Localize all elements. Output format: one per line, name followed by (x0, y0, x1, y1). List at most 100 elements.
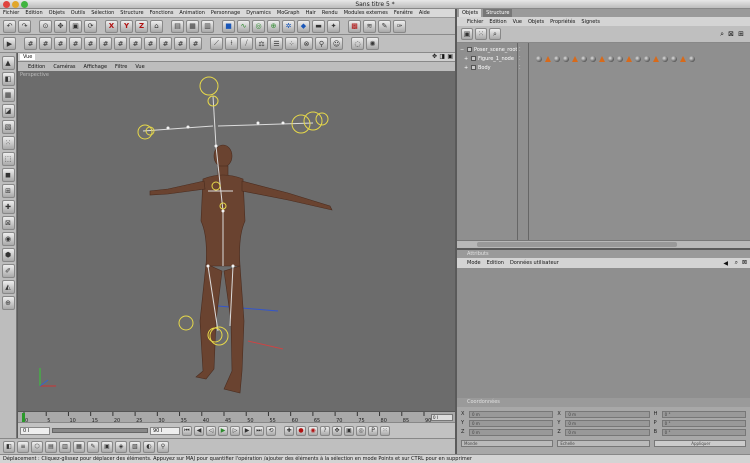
texture-axis-icon[interactable]: ◪ (1, 104, 15, 118)
menu-item[interactable]: Dynamics (246, 10, 271, 16)
objects-menu-item[interactable]: Objets (528, 19, 544, 25)
material-tag-icon[interactable] (689, 56, 695, 62)
pen-icon[interactable]: ✑ (393, 19, 406, 33)
objects-panel-tab[interactable]: Objets (459, 9, 482, 17)
grid-icon-3[interactable]: # (54, 37, 67, 50)
coordinate-system-icon[interactable]: ⌂ (150, 19, 163, 33)
panel-expand-icon[interactable]: ⊞ (738, 30, 744, 38)
render-queue-icon[interactable]: ▧ (129, 440, 141, 453)
grid-icon-5[interactable]: # (84, 37, 97, 50)
objects-menu-item[interactable]: Fichier (467, 19, 483, 25)
move-tool-icon[interactable]: ✥ (54, 19, 67, 33)
cluster-icon[interactable]: ⁘ (285, 37, 298, 50)
next-frame-icon[interactable]: ▷ (230, 425, 240, 436)
grid-icon-12[interactable]: # (189, 37, 202, 50)
position-key-icon[interactable]: ✥ (332, 425, 342, 436)
sun-icon[interactable]: ✺ (366, 37, 379, 50)
phong-tag-icon[interactable] (599, 56, 605, 62)
joint-tool-icon[interactable]: ⟋ (210, 37, 223, 50)
menu-item[interactable]: Aide (419, 10, 430, 16)
position-field[interactable]: 0 m (469, 429, 554, 436)
cube-object-icon[interactable]: ■ (222, 19, 235, 33)
object-tree-row[interactable]: − Poser_scene_root ⁚ (457, 45, 750, 54)
workplane-icon[interactable]: ▧ (1, 120, 15, 134)
polygons-mode-icon[interactable]: ◼ (1, 168, 15, 182)
bodypaint-icon[interactable]: ◭ (1, 280, 15, 294)
spline-icon[interactable]: ∿ (237, 19, 250, 33)
loop-icon[interactable]: ⟲ (266, 425, 276, 436)
tweak-mode-icon[interactable]: ✚ (1, 200, 15, 214)
viewport-menu-item[interactable]: Vue (135, 64, 144, 70)
live-selection-icon[interactable]: ⊙ (39, 19, 52, 33)
param-key-icon[interactable]: P (368, 425, 378, 436)
key-selection-icon[interactable]: ✚ (284, 425, 294, 436)
material-tag-icon[interactable] (617, 56, 623, 62)
use-texture-mode-icon[interactable]: ▦ (1, 88, 15, 102)
position-field[interactable]: 0 m (469, 420, 554, 427)
grid-icon-8[interactable]: # (129, 37, 142, 50)
rotation-field[interactable]: 0 ° (661, 411, 746, 418)
menu-item[interactable]: Edition (25, 10, 42, 16)
script-icon[interactable]: ✎ (87, 440, 99, 453)
menu-item[interactable]: Structure (120, 10, 143, 16)
sketch-icon[interactable]: ✎ (378, 19, 391, 33)
material-tag-icon[interactable] (608, 56, 614, 62)
viewport-move-icon[interactable]: ✥ (432, 53, 437, 60)
position-field[interactable]: 0 m (469, 411, 554, 418)
objects-panel-tab[interactable]: Structure (483, 9, 513, 17)
apply-button[interactable]: Appliquer (653, 440, 746, 447)
objects-menu-item[interactable]: Signets (581, 19, 600, 25)
grid-icon-4[interactable]: # (69, 37, 82, 50)
hair-icon[interactable]: ≋ (363, 19, 376, 33)
grid-icon-9[interactable]: # (144, 37, 157, 50)
bone-icon[interactable]: ⧸ (240, 37, 253, 50)
snapping-icon[interactable]: ⊠ (1, 216, 15, 230)
start-frame-field[interactable]: 0 I (20, 426, 50, 435)
object-filter-icon[interactable]: ▣ (461, 28, 473, 40)
menu-item[interactable]: Rendu (322, 10, 338, 16)
deformer-icon[interactable]: ✲ (282, 19, 295, 33)
record-icon[interactable]: ● (296, 425, 306, 436)
phong-tag-icon[interactable] (572, 56, 578, 62)
size-field[interactable]: 0 m (565, 411, 650, 418)
x-axis-lock-icon[interactable]: X (105, 19, 118, 33)
rotation-key-icon[interactable]: ◎ (356, 425, 366, 436)
y-axis-lock-icon[interactable]: Y (120, 19, 133, 33)
weight-tool-icon[interactable]: ⚖ (255, 37, 268, 50)
use-object-mode-icon[interactable]: ◧ (1, 72, 15, 86)
attr-search-icon[interactable]: ⌕ (735, 259, 738, 267)
material-tag-icon[interactable] (581, 56, 587, 62)
menu-item[interactable]: Objets (49, 10, 65, 16)
grid-icon-2[interactable]: # (39, 37, 52, 50)
play-icon[interactable]: ▶ (218, 425, 228, 436)
coordinate-scale-select[interactable]: Echelle (557, 440, 650, 447)
play-mode-icon[interactable]: ▶ (3, 37, 16, 50)
panel-search-icon[interactable]: ⌕ (720, 30, 724, 39)
sculpt-icon[interactable]: ⬢ (1, 248, 15, 262)
scale-tool-icon[interactable]: ▣ (69, 19, 82, 33)
menu-item[interactable]: Sélection (91, 10, 114, 16)
axis-mode-icon[interactable]: ⊞ (1, 184, 15, 198)
object-name[interactable]: Poser_scene_root (474, 47, 517, 53)
viewport-menu-item[interactable]: Affichage (84, 64, 108, 70)
object-name[interactable]: Body (478, 65, 491, 71)
sky-icon[interactable]: ◌ (351, 37, 364, 50)
material-tag-icon[interactable] (635, 56, 641, 62)
visibility-dots-icon[interactable]: ⁚ (519, 47, 521, 53)
viewport-layout-icon[interactable]: ▣ (447, 53, 453, 60)
edges-mode-icon[interactable]: ⬚ (1, 152, 15, 166)
use-model-mode-icon[interactable]: ▲ (1, 56, 15, 70)
object-tree-row[interactable]: + Body ⁚ (457, 63, 750, 72)
menu-item[interactable]: Fichier (3, 10, 19, 16)
material-tag-icon[interactable] (644, 56, 650, 62)
scrollbar-thumb[interactable] (477, 242, 677, 247)
timeline-playhead[interactable] (22, 413, 25, 422)
menu-item[interactable]: MoGraph (277, 10, 300, 16)
structure-icon[interactable]: ▤ (45, 440, 57, 453)
material-tag-icon[interactable] (536, 56, 542, 62)
object-manager-scrollbar[interactable] (457, 240, 750, 248)
light-icon[interactable]: ✦ (327, 19, 340, 33)
ik-chain-icon[interactable]: ⟊ (225, 37, 238, 50)
grid-icon-11[interactable]: # (174, 37, 187, 50)
viewport-menu-item[interactable]: Caméras (53, 64, 75, 70)
